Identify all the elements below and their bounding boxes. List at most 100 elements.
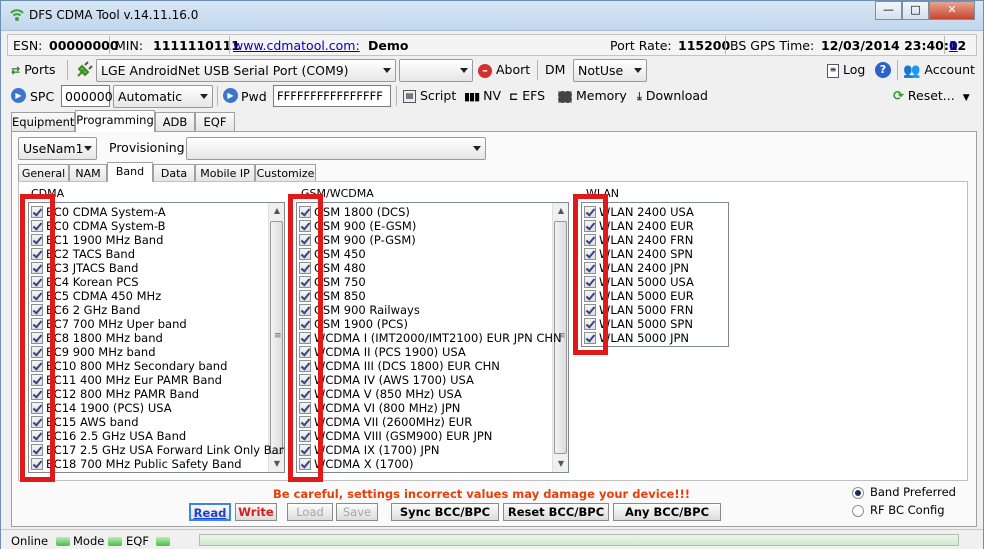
close-button[interactable]: ✕ [929,1,975,20]
website-link[interactable]: www.cdmatool.com: [233,38,360,53]
plug-icon [75,61,93,79]
band-preferred-radio[interactable]: Band Preferred [852,485,956,499]
rf-bc-config-radio[interactable]: RF BC Config [852,503,945,517]
dm-label: DM [545,62,566,77]
mode-value: Demo [368,38,409,53]
app-signal-icon [9,7,25,23]
nam-select-value: UseNam1 [23,141,84,156]
reset-bcc-button[interactable]: Reset BCC/BPC [503,503,609,521]
cdma-band-label: BC4 Korean PCS [46,275,139,289]
script-button[interactable]: ▤ Script [403,85,456,107]
port-select[interactable]: LGE AndroidNet USB Serial Port (COM9) [96,59,396,82]
gsm-band-label: WCDMA IV (AWS 1700) USA [314,373,474,387]
baud-select[interactable] [399,59,473,82]
cdma-band-label: BC7 700 MHz Uper band [46,317,187,331]
subtab-general[interactable]: General [18,164,69,182]
efs-tree-icon: ⊏ [509,89,519,103]
subtab-data[interactable]: Data [153,164,195,182]
nv-label: NV [483,88,502,103]
wlan-band-label: WLAN 5000 USA [599,275,694,289]
gsm-band-item[interactable]: WCDMA VIII (GSM900) EUR JPN [299,429,492,443]
band-preferred-label: Band Preferred [870,485,956,499]
gsm-band-item[interactable]: WCDMA III (DCS 1800) EUR CHN [299,359,500,373]
help-button[interactable]: ? [875,62,891,78]
cdma-band-label: BC5 CDMA 450 MHz [46,289,162,303]
log-button[interactable]: ≡ Log [827,59,865,81]
cdma-band-label: BC9 900 MHz band [46,345,156,359]
scroll-up-icon[interactable]: ▲ [553,203,568,219]
gsm-band-item[interactable]: WCDMA I (IMT2000/IMT2100) EUR JPN CHN [299,331,562,345]
spc-play-button[interactable]: ▶ [11,88,26,103]
tab-eqf[interactable]: EQF [195,112,235,132]
min-value: 1111110111 [153,38,240,53]
sync-bcc-button[interactable]: Sync BCC/BPC [391,503,499,521]
gsm-band-item[interactable]: WCDMA IV (AWS 1700) USA [299,373,474,387]
spc-label: SPC [30,89,55,104]
gps-counter-link[interactable]: 0 [949,38,958,53]
spc-mode-value: Automatic [118,89,183,104]
subtab-nam[interactable]: NAM [69,164,107,182]
gsm-band-label: GSM 1800 (DCS) [314,205,410,219]
gsm-band-item[interactable]: WCDMA V (850 MHz) USA [299,387,462,401]
abort-button[interactable]: – Abort [478,59,530,81]
read-button[interactable]: Read [189,503,231,521]
pwd-input[interactable]: FFFFFFFFFFFFFFFF [273,85,391,107]
pwd-input-value: FFFFFFFFFFFFFFFF [277,89,383,103]
nv-button[interactable]: ▮▮▮ NV [464,85,501,107]
account-button[interactable]: 👥 Account [903,59,975,81]
tab-programming[interactable]: Programming [75,110,155,132]
minimize-button[interactable]: — [875,1,902,20]
gsm-band-item[interactable]: WCDMA VI (800 MHz) JPN [299,401,460,415]
play-icon: ▶ [15,91,22,100]
reset-recycle-icon: ⟳ [893,88,904,104]
save-button[interactable]: Save [336,503,378,521]
scroll-thumb[interactable]: ≡ [270,221,283,454]
cdma-band-item[interactable]: BC17 2.5 GHz USA Forward Link Only Band [31,443,284,457]
cdma-band-item[interactable]: BC10 800 MHz Secondary band [31,359,227,373]
nam-select[interactable]: UseNam1 [18,137,97,160]
wlan-band-label: WLAN 5000 SPN [599,317,693,331]
subtab-band[interactable]: Band [107,162,153,182]
tab-adb[interactable]: ADB [155,112,195,132]
gsm-band-item[interactable]: WCDMA VII (2600MHz) EUR [299,415,472,429]
maximize-button[interactable]: □ [902,1,929,20]
memory-button[interactable]: Memory [558,85,627,107]
cdma-scrollbar[interactable]: ▲ ≡ ▼ [268,203,284,472]
gsm-band-label: GSM 900 (P-GSM) [314,233,416,247]
subtab-mobile-ip[interactable]: Mobile IP [195,164,255,182]
chevron-down-icon [84,146,92,151]
cdma-band-item[interactable]: BC12 800 MHz PAMR Band [31,387,199,401]
spc-input[interactable]: 000000 [61,85,113,107]
cdma-band-item[interactable]: BC11 400 MHz Eur PAMR Band [31,373,222,387]
ports-button[interactable]: ⇄ Ports [11,59,56,81]
spc-mode-select[interactable]: Automatic [113,85,213,108]
cdma-band-item[interactable]: BC18 700 MHz Public Safety Band [31,457,242,471]
scroll-down-icon[interactable]: ▼ [269,456,284,472]
gsm-band-label: WCDMA I (IMT2000/IMT2100) EUR JPN CHN [314,331,562,345]
any-bcc-button[interactable]: Any BCC/BPC [613,503,721,521]
gsm-band-label: WCDMA III (DCS 1800) EUR CHN [314,359,500,373]
cdma-band-list[interactable]: ▲ ≡ ▼ BC0 CDMA System-A BC0 CDMA System-B… [28,202,285,473]
download-button[interactable]: ⤓ Download [637,85,708,107]
scroll-up-icon[interactable]: ▲ [269,203,284,219]
efs-button[interactable]: ⊏ EFS [509,85,545,107]
gsm-band-list[interactable]: ▲ ≡ ▼ GSM 1800 (DCS) GSM 900 (E-GSM) GSM 9… [296,202,569,473]
provisioning-select[interactable] [186,137,486,160]
chevron-down-icon [634,68,642,73]
load-button[interactable]: Load [287,503,333,521]
dm-select[interactable]: NotUse [573,59,647,82]
pwd-play-button[interactable]: ▶ [223,88,238,103]
cdma-band-label: BC11 400 MHz Eur PAMR Band [46,373,222,387]
gsm-band-item[interactable]: WCDMA II (PCS 1900) USA [299,345,466,359]
reset-dropdown-button[interactable]: ⟳ Reset... ▼ [893,85,970,107]
abort-label: Abort [495,62,531,77]
scroll-down-icon[interactable]: ▼ [553,456,568,472]
subtab-customize[interactable]: Customize [255,164,316,182]
cdma-band-label: BC6 2 GHz Band [46,303,141,317]
efs-label: EFS [522,88,546,103]
wlan-band-label: WLAN 2400 FRN [599,233,694,247]
wlan-band-label: WLAN 2400 USA [599,205,694,219]
chevron-down-icon [383,68,391,73]
write-button[interactable]: Write [235,503,277,521]
tab-equipment[interactable]: Equipment [11,112,75,132]
